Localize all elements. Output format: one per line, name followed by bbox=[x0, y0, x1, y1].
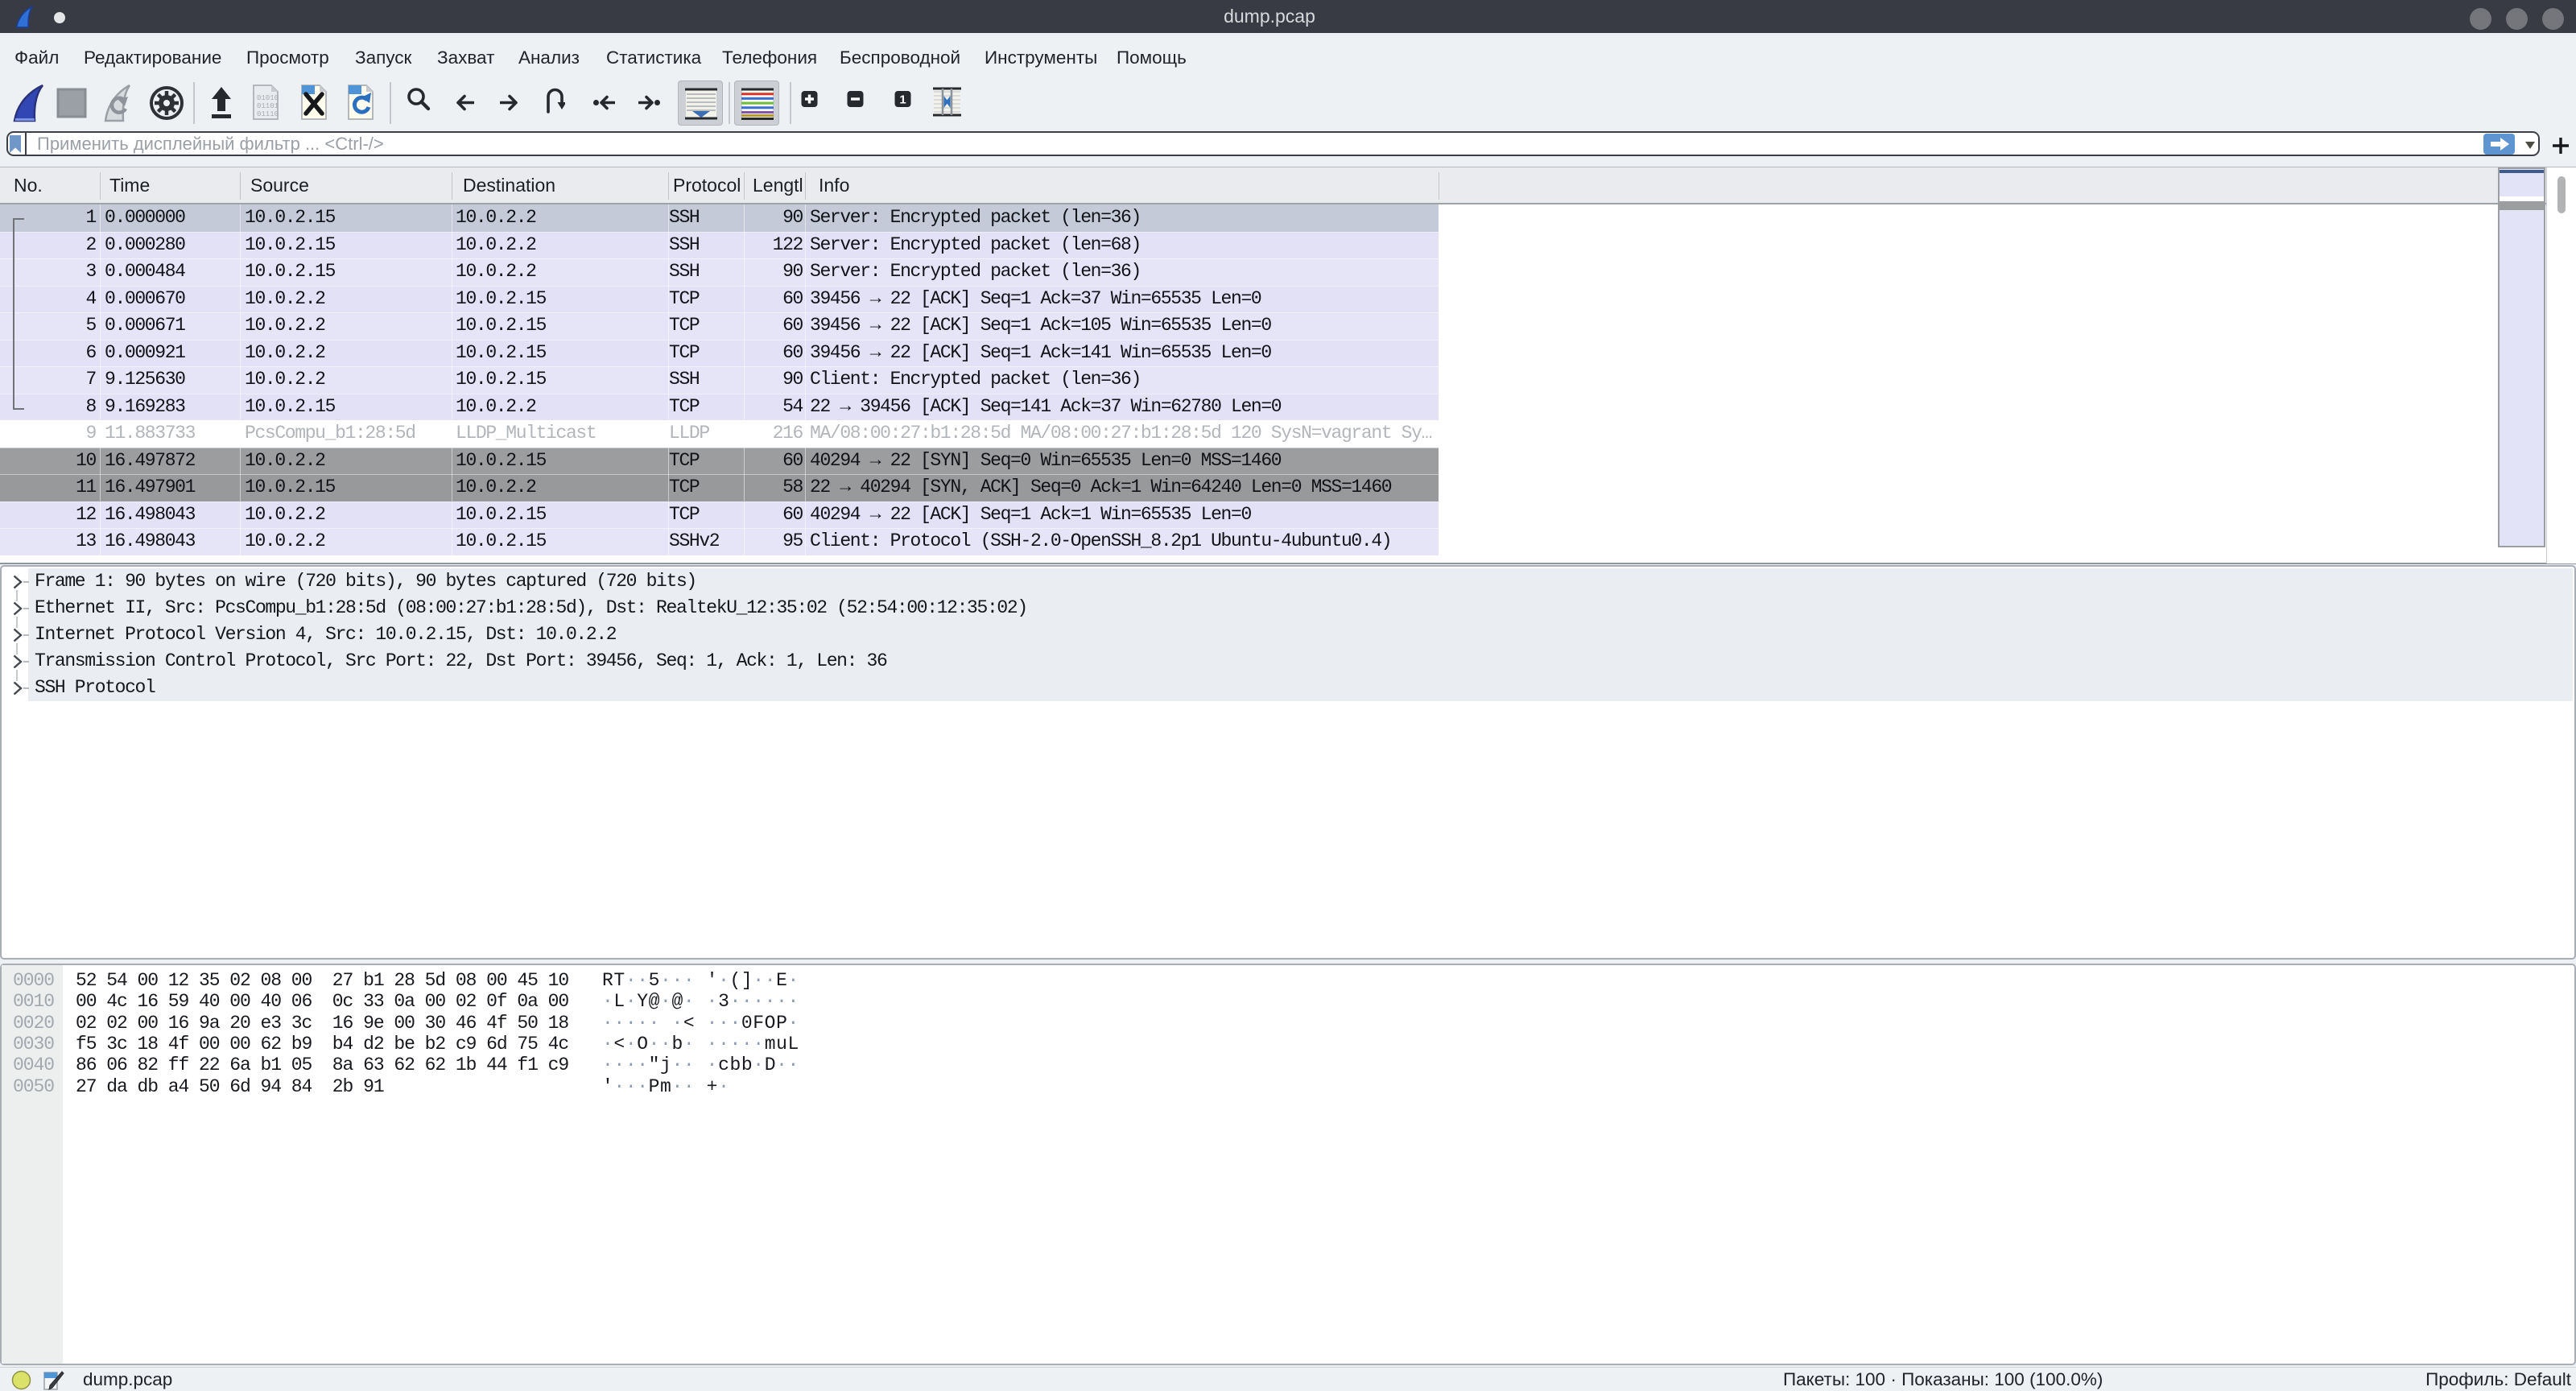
svg-text:1: 1 bbox=[899, 93, 906, 107]
svg-text:01110: 01110 bbox=[257, 110, 279, 118]
svg-text:01101: 01101 bbox=[257, 102, 279, 110]
svg-text:01010: 01010 bbox=[257, 94, 279, 102]
